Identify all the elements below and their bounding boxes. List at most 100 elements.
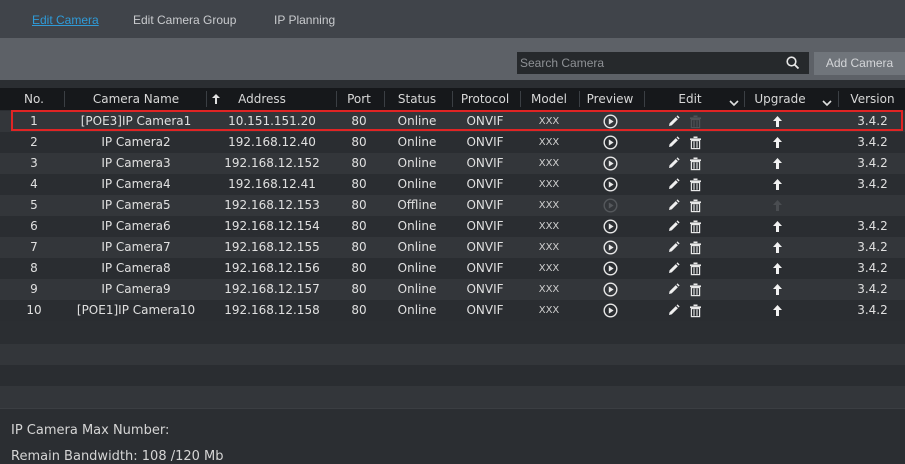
cell-status: Online bbox=[397, 303, 437, 317]
header-model[interactable]: Model bbox=[520, 88, 578, 110]
pencil-icon[interactable] bbox=[666, 282, 681, 297]
trash-icon[interactable] bbox=[688, 240, 703, 255]
trash-icon[interactable] bbox=[688, 135, 703, 150]
play-icon[interactable] bbox=[603, 156, 618, 171]
cell-protocol: ONVIF bbox=[466, 240, 504, 254]
play-icon[interactable] bbox=[603, 303, 618, 318]
tab-edit-camera[interactable]: Edit Camera bbox=[32, 13, 99, 27]
pencil-icon[interactable] bbox=[666, 135, 681, 150]
tab-ip-planning[interactable]: IP Planning bbox=[274, 13, 335, 27]
cell-port: 80 bbox=[351, 177, 367, 191]
pencil-icon[interactable] bbox=[666, 261, 681, 276]
table-row[interactable]: 5 IP Camera5 192.168.12.153 80 Offline ONVIF X… bbox=[0, 195, 905, 216]
cell-address: 192.168.12.41 bbox=[228, 177, 316, 191]
play-icon[interactable] bbox=[603, 219, 618, 234]
play-icon[interactable] bbox=[603, 135, 618, 150]
play-icon[interactable] bbox=[603, 240, 618, 255]
upgrade-arrow-icon[interactable] bbox=[770, 177, 785, 192]
upgrade-arrow-icon bbox=[770, 198, 785, 213]
cell-address: 192.168.12.155 bbox=[224, 240, 320, 254]
trash-icon[interactable] bbox=[688, 198, 703, 213]
cell-address: 192.168.12.154 bbox=[224, 219, 320, 233]
header-edit[interactable]: Edit bbox=[664, 88, 716, 110]
cell-address: 192.168.12.40 bbox=[228, 135, 316, 149]
table-row[interactable]: 3 IP Camera3 192.168.12.152 80 Online ONVIF XX… bbox=[0, 153, 905, 174]
cell-port: 80 bbox=[351, 156, 367, 170]
cell-port: 80 bbox=[351, 282, 367, 296]
header-divider bbox=[64, 91, 65, 107]
cell-version: 3.4.2 bbox=[857, 219, 888, 233]
trash-icon[interactable] bbox=[688, 177, 703, 192]
table-row[interactable]: 2 IP Camera2 192.168.12.40 80 Online ONVIF XXX… bbox=[0, 132, 905, 153]
cell-version: 3.4.2 bbox=[857, 114, 888, 128]
table-row[interactable]: 8 IP Camera8 192.168.12.156 80 Online ONVIF XX… bbox=[0, 258, 905, 279]
empty-row bbox=[0, 344, 905, 365]
table-row[interactable]: 6 IP Camera6 192.168.12.154 80 Online ONVIF XX… bbox=[0, 216, 905, 237]
cell-port: 80 bbox=[351, 198, 367, 212]
cell-status: Online bbox=[397, 282, 437, 296]
search-input[interactable] bbox=[517, 52, 780, 74]
table-row[interactable]: 7 IP Camera7 192.168.12.155 80 Online ONVIF XX… bbox=[0, 237, 905, 258]
upgrade-arrow-icon[interactable] bbox=[770, 114, 785, 129]
cell-protocol: ONVIF bbox=[466, 177, 504, 191]
cell-no: 8 bbox=[30, 261, 38, 275]
header-no[interactable]: No. bbox=[14, 88, 54, 110]
header-address[interactable]: Address bbox=[218, 88, 306, 110]
table-row[interactable]: 1 [POE3]IP Camera1 10.151.151.20 80 Online ON… bbox=[0, 111, 905, 132]
play-icon[interactable] bbox=[603, 282, 618, 297]
trash-icon[interactable] bbox=[688, 219, 703, 234]
play-icon[interactable] bbox=[603, 261, 618, 276]
header-port[interactable]: Port bbox=[336, 88, 382, 110]
upgrade-arrow-icon[interactable] bbox=[770, 219, 785, 234]
header-preview[interactable]: Preview bbox=[579, 88, 641, 110]
header-status[interactable]: Status bbox=[384, 88, 450, 110]
cell-port: 80 bbox=[351, 261, 367, 275]
pencil-icon[interactable] bbox=[666, 198, 681, 213]
pencil-icon[interactable] bbox=[666, 114, 681, 129]
header-protocol[interactable]: Protocol bbox=[452, 88, 518, 110]
play-icon[interactable] bbox=[603, 177, 618, 192]
trash-icon[interactable] bbox=[688, 282, 703, 297]
pencil-icon[interactable] bbox=[666, 156, 681, 171]
max-number-label: IP Camera Max Number: bbox=[11, 423, 170, 438]
pencil-icon[interactable] bbox=[666, 303, 681, 318]
trash-icon[interactable] bbox=[688, 261, 703, 276]
cell-model: XXX bbox=[538, 242, 560, 253]
pencil-icon[interactable] bbox=[666, 219, 681, 234]
header-upgrade[interactable]: Upgrade bbox=[746, 88, 814, 110]
table-header: No. Camera Name Address Port Status Prot… bbox=[0, 88, 905, 110]
tab-edit-camera-group[interactable]: Edit Camera Group bbox=[133, 13, 236, 27]
pencil-icon[interactable] bbox=[666, 240, 681, 255]
tab-bar: Edit Camera Edit Camera Group IP Plannin… bbox=[0, 0, 905, 38]
upgrade-arrow-icon[interactable] bbox=[770, 303, 785, 318]
trash-icon[interactable] bbox=[688, 303, 703, 318]
cell-status: Online bbox=[397, 219, 437, 233]
add-camera-button[interactable]: Add Camera bbox=[814, 52, 905, 75]
search-icon[interactable] bbox=[785, 55, 801, 71]
cell-protocol: ONVIF bbox=[466, 261, 504, 275]
upgrade-arrow-icon[interactable] bbox=[770, 135, 785, 150]
header-version[interactable]: Version bbox=[840, 88, 905, 110]
cell-no: 4 bbox=[30, 177, 38, 191]
cell-version: 3.4.2 bbox=[857, 282, 888, 296]
cell-port: 80 bbox=[351, 303, 367, 317]
table-row[interactable]: 10 [POE1]IP Camera10 192.168.12.158 80 Onlin… bbox=[0, 300, 905, 321]
dropdown-arrow-icon[interactable] bbox=[822, 96, 832, 107]
upgrade-arrow-icon[interactable] bbox=[770, 240, 785, 255]
upgrade-arrow-icon[interactable] bbox=[770, 261, 785, 276]
play-icon[interactable] bbox=[603, 114, 618, 129]
cell-protocol: ONVIF bbox=[466, 198, 504, 212]
trash-icon[interactable] bbox=[688, 156, 703, 171]
upgrade-arrow-icon[interactable] bbox=[770, 156, 785, 171]
cell-address: 192.168.12.157 bbox=[224, 282, 320, 296]
table-row[interactable]: 9 IP Camera9 192.168.12.157 80 Online ONVIF XX… bbox=[0, 279, 905, 300]
dropdown-arrow-icon[interactable] bbox=[729, 96, 739, 107]
upgrade-arrow-icon[interactable] bbox=[770, 282, 785, 297]
header-camera-name[interactable]: Camera Name bbox=[66, 88, 206, 110]
cell-address: 192.168.12.158 bbox=[224, 303, 320, 317]
table-row[interactable]: 4 IP Camera4 192.168.12.41 80 Online ONVIF XXX… bbox=[0, 174, 905, 195]
pencil-icon[interactable] bbox=[666, 177, 681, 192]
cell-status: Online bbox=[397, 177, 437, 191]
cell-version bbox=[840, 195, 905, 216]
cell-address: 10.151.151.20 bbox=[228, 114, 316, 128]
